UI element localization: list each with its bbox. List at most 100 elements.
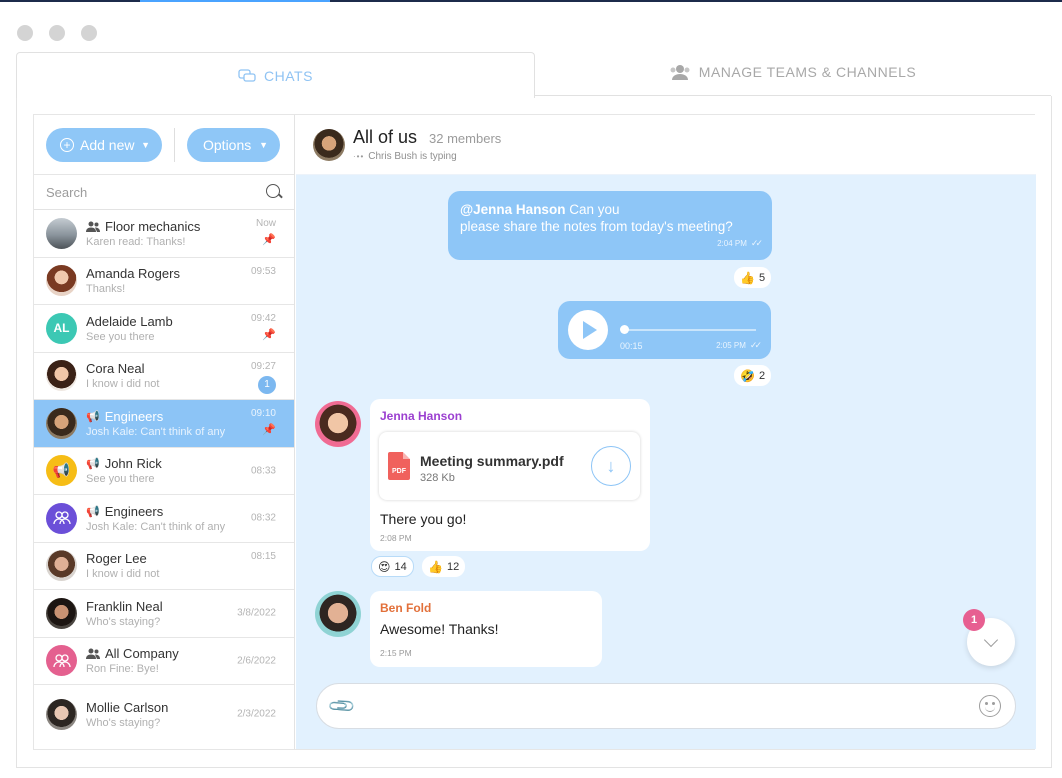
window-close-dot[interactable] <box>17 25 33 41</box>
conversation-item[interactable]: Franklin Neal Who's staying? 3/8/2022 <box>34 590 294 638</box>
download-button[interactable]: ↓ <box>591 446 631 486</box>
new-messages-badge: 1 <box>963 609 985 631</box>
thumbs-up-icon: 👍 <box>740 270 755 285</box>
conversation-item[interactable]: Roger Lee I know i did not 08:15 <box>34 543 294 590</box>
tab-chats[interactable]: CHATS <box>16 52 535 98</box>
audio-scrubber[interactable] <box>620 325 629 334</box>
conversation-time: 3/8/2022 <box>237 607 276 619</box>
conversation-time: 09:42 <box>250 313 276 324</box>
outgoing-message[interactable]: @Jenna Hanson Can you please share the n… <box>448 191 772 260</box>
avatar: 📢 <box>46 455 77 487</box>
conversation-name: Mollie Carlson <box>86 699 169 715</box>
emoji-icon[interactable] <box>979 695 1001 717</box>
avatar <box>46 265 77 297</box>
typing-dots-icon: ·•• <box>353 152 365 161</box>
caret-down-icon: ▼ <box>259 139 268 150</box>
conversation-item[interactable]: 📢 📢 John Rick See you there 08:33 <box>34 448 294 495</box>
conversation-preview: I know i did not <box>86 568 160 581</box>
sender-name[interactable]: Jenna Hanson <box>380 409 462 423</box>
group-icon <box>52 654 71 667</box>
reaction-count: 5 <box>758 271 766 284</box>
pin-icon: 📌 <box>262 329 276 341</box>
member-count[interactable]: 32 members <box>429 131 501 146</box>
conversation-item[interactable]: All Company Ron Fine: Bye! 2/6/2022 <box>34 638 294 685</box>
reaction-thumbs-up[interactable]: 👍 5 <box>734 267 772 288</box>
message-text: Can you <box>565 202 620 217</box>
sidebar: + Add new ▼ Options ▼ Floor mechanics Ka… <box>34 115 295 749</box>
reaction-laughing[interactable]: 🤣 2 <box>734 365 772 386</box>
sender-name[interactable]: Ben Fold <box>380 601 431 615</box>
conversation-name: John Rick <box>104 456 162 472</box>
window-minimize-dot[interactable] <box>49 25 65 41</box>
caret-down-icon: ▼ <box>141 139 150 150</box>
download-arrow-icon: ↓ <box>606 455 616 476</box>
conversation-item[interactable]: Mollie Carlson Who's staying? 2/3/2022 <box>34 685 294 743</box>
reaction-count: 14 <box>394 560 407 573</box>
avatar <box>46 360 77 392</box>
laughing-face-icon: 🤣 <box>740 368 755 383</box>
unread-badge: 1 <box>258 375 276 394</box>
plus-circle-icon: + <box>60 137 74 152</box>
conversation-name: All Company <box>105 646 179 662</box>
reaction-thumbs-up[interactable]: 👍 12 <box>422 556 466 577</box>
mention[interactable]: @Jenna Hanson <box>460 202 565 217</box>
pin-icon: 📌 <box>262 234 276 246</box>
avatar <box>46 698 77 730</box>
reaction-heart-eyes[interactable]: 😍 14 <box>371 556 414 577</box>
tab-chats-label: CHATS <box>264 67 313 84</box>
chat-panel: All of us 32 members ·•• Chris Bush is ty… <box>296 115 1036 749</box>
conversation-item[interactable]: 📢 Engineers Josh Kale: Can't think of any… <box>34 495 294 543</box>
add-new-button[interactable]: + Add new ▼ <box>46 127 162 162</box>
message-text: There you go! <box>380 511 467 527</box>
sender-avatar[interactable] <box>315 591 361 637</box>
chat-title: All of us <box>353 127 418 147</box>
message-input[interactable] <box>363 698 979 714</box>
search-icon[interactable] <box>266 184 282 200</box>
heart-eyes-icon: 😍 <box>378 559 391 574</box>
avatar <box>46 217 77 249</box>
channel-avatar[interactable] <box>313 128 345 161</box>
file-size: 328 Kb <box>420 472 455 484</box>
avatar <box>46 407 77 439</box>
conversation-time: 08:15 <box>250 550 276 562</box>
options-label: Options <box>203 136 252 153</box>
options-button[interactable]: Options ▼ <box>187 127 280 162</box>
search-bar <box>34 175 294 210</box>
avatar: AL <box>46 312 77 344</box>
tab-manage-teams[interactable]: MANAGE TEAMS & CHANNELS <box>534 48 1051 96</box>
conversation-name: Amanda Rogers <box>86 266 180 282</box>
conversation-item[interactable]: Cora Neal I know i did not 09:27 1 <box>34 353 294 400</box>
conversation-time: Now <box>255 218 276 229</box>
pin-icon: 📌 <box>262 424 276 436</box>
chat-bubbles-icon <box>238 68 256 82</box>
file-attachment[interactable]: PDF Meeting summary.pdf 328 Kb ↓ <box>379 432 640 500</box>
incoming-message[interactable]: Jenna Hanson PDF Meeting summary.pdf 328… <box>370 399 650 551</box>
audio-duration: 00:15 <box>620 341 643 351</box>
sender-avatar[interactable] <box>315 401 361 447</box>
conversation-name: Franklin Neal <box>86 598 163 614</box>
conversation-item-active[interactable]: 📢 Engineers Josh Kale: Can't think of any… <box>34 400 294 448</box>
pdf-file-icon: PDF <box>388 452 410 480</box>
conversation-time: 09:10 <box>250 408 276 419</box>
double-check-icon: ✓✓ <box>750 238 763 248</box>
conversation-name: Adelaide Lamb <box>86 313 173 329</box>
message-time: 2:04 PM <box>717 239 747 248</box>
incoming-message[interactable]: Ben Fold Awesome! Thanks! 2:15 PM <box>370 591 602 667</box>
conversation-item[interactable]: Floor mechanics Karen read: Thanks! Now 📌 <box>34 210 294 258</box>
conversation-name: Floor mechanics <box>105 218 201 234</box>
megaphone-icon: 📢 <box>86 505 100 518</box>
paperclip-icon[interactable]: 📎 <box>327 691 358 722</box>
conversation-time: 2/3/2022 <box>237 708 276 720</box>
conversation-item[interactable]: AL Adelaide Lamb See you there 09:42 📌 <box>34 305 294 353</box>
message-time: 2:15 PM <box>380 648 412 658</box>
avatar <box>46 597 77 629</box>
sidebar-toolbar: + Add new ▼ Options ▼ <box>34 115 294 175</box>
conversation-item[interactable]: Amanda Rogers Thanks! 09:53 <box>34 258 294 305</box>
search-input[interactable] <box>46 184 266 200</box>
play-button[interactable] <box>568 310 608 350</box>
window-maximize-dot[interactable] <box>81 25 97 41</box>
group-icon <box>52 511 71 525</box>
audio-progress-track[interactable] <box>622 329 756 331</box>
chevron-down-icon <box>983 632 999 648</box>
conversation-time: 08:32 <box>250 512 276 524</box>
